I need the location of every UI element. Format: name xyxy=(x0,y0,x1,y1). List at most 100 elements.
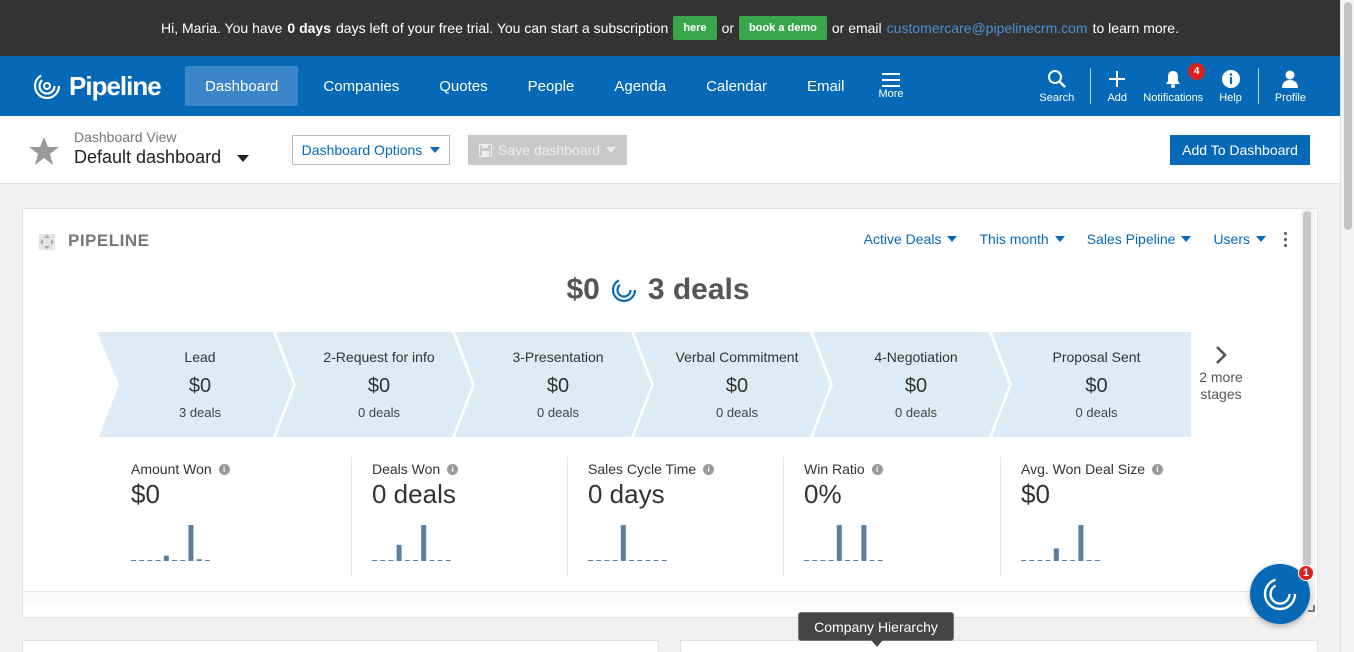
stage-negotiation[interactable]: 4-Negotiation $0 0 deals xyxy=(813,332,1009,437)
nav-calendar[interactable]: Calendar xyxy=(686,66,787,106)
filter-label: This month xyxy=(979,231,1049,247)
pipeline-logo-icon xyxy=(611,277,636,303)
brand-logo[interactable]: Pipeline xyxy=(33,71,185,102)
chat-launcher-button[interactable]: 1 xyxy=(1250,564,1314,624)
sparkline-bar xyxy=(1021,560,1026,561)
metric-avg-won-deal-size[interactable]: Avg. Won Deal Size i $0 xyxy=(1000,457,1216,577)
more-stages-button[interactable]: 2 more stages xyxy=(1199,345,1243,403)
stage-proposal-sent[interactable]: Proposal Sent $0 0 deals xyxy=(992,332,1191,437)
metric-label: Deals Won xyxy=(372,461,441,477)
nav-quotes[interactable]: Quotes xyxy=(419,66,507,106)
sparkline-bar xyxy=(588,560,593,561)
dashboard-view-selector[interactable]: Dashboard View Default dashboard xyxy=(74,129,250,168)
stage-amount: $0 xyxy=(188,375,212,397)
filter-users[interactable]: Users xyxy=(1213,231,1266,247)
dashboard-options-button[interactable]: Dashboard Options xyxy=(292,135,450,165)
pipeline-summary: $0 3 deals xyxy=(23,273,1293,307)
nav-more[interactable]: More xyxy=(878,72,904,100)
sparkline-bar xyxy=(445,560,451,561)
nav-search[interactable]: Search xyxy=(1031,69,1082,104)
sparkline-bar xyxy=(372,560,377,561)
filter-label: Users xyxy=(1213,231,1250,247)
hamburger-icon xyxy=(882,73,900,87)
nav-companies[interactable]: Companies xyxy=(303,66,419,106)
nav-dashboard[interactable]: Dashboard xyxy=(185,66,299,106)
info-icon[interactable]: i xyxy=(1152,463,1163,475)
stage-request-for-info[interactable]: 2-Request for info $0 0 deals xyxy=(276,332,472,437)
nav-search-label: Search xyxy=(1039,91,1075,104)
kebab-menu-icon[interactable] xyxy=(1284,231,1287,247)
caret-down-icon xyxy=(1054,236,1065,242)
stage-amount: $0 xyxy=(546,375,570,397)
filter-pipeline[interactable]: Sales Pipeline xyxy=(1087,231,1192,247)
trial-greeting: Hi, Maria. You have xyxy=(161,20,283,36)
metric-value: $0 xyxy=(1021,479,1050,509)
favorite-star-icon[interactable] xyxy=(28,136,60,169)
sparkline-bar xyxy=(437,560,443,561)
nav-help-label: Help xyxy=(1219,91,1242,104)
stage-verbal-commitment[interactable]: Verbal Commitment $0 0 deals xyxy=(634,332,830,437)
filter-period[interactable]: This month xyxy=(979,231,1065,247)
sparkline-bar xyxy=(869,560,875,561)
filter-active-deals[interactable]: Active Deals xyxy=(864,231,958,247)
sparkline-chart xyxy=(588,525,667,561)
sparkline-bar xyxy=(421,525,427,561)
save-dashboard-label: Save dashboard xyxy=(498,142,600,158)
sparkline-bar xyxy=(131,560,136,561)
widget-title: PIPELINE xyxy=(68,231,150,250)
add-to-dashboard-button[interactable]: Add To Dashboard xyxy=(1170,135,1310,165)
sparkline-bar xyxy=(404,560,410,561)
info-icon[interactable]: i xyxy=(703,463,715,475)
nav-people[interactable]: People xyxy=(508,66,595,106)
page-scrollbar[interactable] xyxy=(1344,2,1352,230)
sparkline-bar xyxy=(853,560,859,561)
nav-email[interactable]: Email xyxy=(787,66,865,106)
nav-notifications[interactable]: Notifications 4 xyxy=(1135,62,1211,104)
stage-name: Lead xyxy=(184,349,216,365)
metric-win-ratio[interactable]: Win Ratio i 0% xyxy=(783,457,999,577)
stage-deals: 0 deals xyxy=(537,405,579,420)
sparkline-bar xyxy=(380,560,386,561)
subscription-here-button[interactable]: here xyxy=(673,16,717,40)
sparkline-bar xyxy=(836,525,842,561)
metric-amount-won[interactable]: Amount Won i $0 xyxy=(114,457,330,577)
widget-scrollbar[interactable] xyxy=(1303,211,1311,567)
trial-banner: Hi, Maria. You have 0 days days left of … xyxy=(0,0,1340,56)
summary-amount: $0 xyxy=(566,273,600,306)
info-icon[interactable]: i xyxy=(871,463,883,475)
sparkline-bar xyxy=(804,560,809,561)
stage-lead[interactable]: Lead $0 3 deals xyxy=(97,332,293,437)
stage-presentation[interactable]: 3-Presentation $0 0 deals xyxy=(455,332,651,437)
stage-name: Verbal Commitment xyxy=(675,349,799,365)
trial-middle: days left of your free trial. You can st… xyxy=(336,20,669,36)
sparkline-bar xyxy=(1078,525,1084,561)
move-handle-icon[interactable] xyxy=(39,234,55,253)
dashboard-view-label: Dashboard View xyxy=(74,129,177,145)
stage-name: 2-Request for info xyxy=(323,349,435,365)
stage-deals: 0 deals xyxy=(716,405,758,420)
sparkline-chart xyxy=(804,525,883,561)
info-icon[interactable]: i xyxy=(447,463,459,475)
sparkline-bar xyxy=(645,560,651,561)
chat-badge: 1 xyxy=(1298,565,1314,581)
trial-end: to learn more. xyxy=(1092,20,1179,36)
trial-or: or xyxy=(721,20,735,36)
sparkline-bar xyxy=(172,560,177,561)
stage-amount: $0 xyxy=(1085,375,1108,397)
nav-add[interactable]: Add xyxy=(1099,69,1135,104)
filter-label: Sales Pipeline xyxy=(1086,231,1176,247)
nav-agenda[interactable]: Agenda xyxy=(594,66,686,106)
metric-sales-cycle-time[interactable]: Sales Cycle Time i 0 days xyxy=(567,457,783,577)
info-icon[interactable]: i xyxy=(218,463,230,475)
book-demo-button[interactable]: book a demo xyxy=(739,16,827,40)
plus-icon xyxy=(1109,70,1126,87)
support-email-link[interactable]: customercare@pipelinecrm.com xyxy=(887,20,1088,36)
search-icon xyxy=(1047,69,1066,88)
page-scroll-track[interactable] xyxy=(1340,0,1354,652)
nav-profile[interactable]: Profile xyxy=(1267,69,1314,104)
metric-deals-won[interactable]: Deals Won i 0 deals xyxy=(351,457,567,577)
nav-help[interactable]: Help xyxy=(1211,69,1250,104)
sparkline-bar xyxy=(1053,548,1059,561)
sparkline-bar xyxy=(612,560,618,561)
sparkline-bar xyxy=(429,560,435,561)
